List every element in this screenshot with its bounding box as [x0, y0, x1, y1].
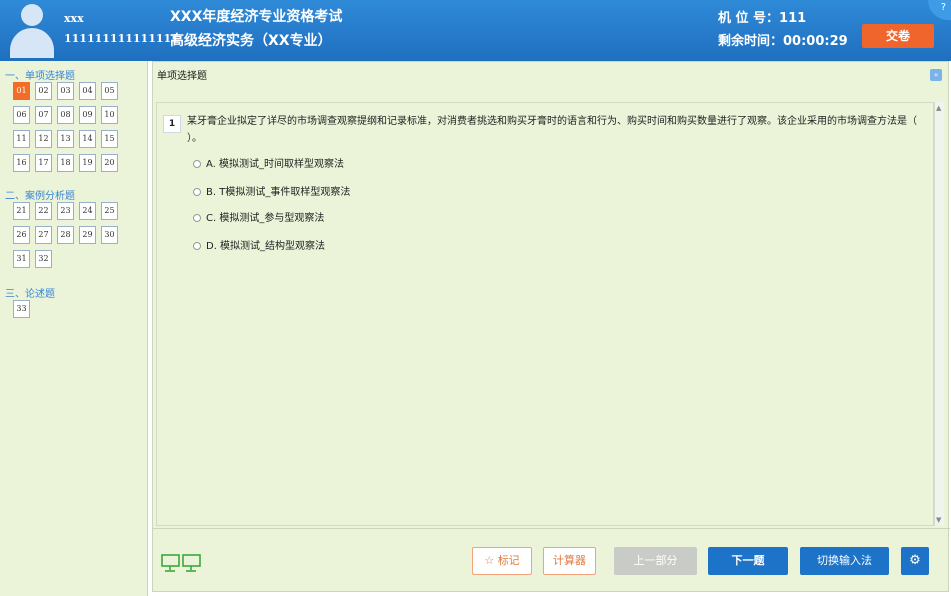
option-label: C. 模拟测试_参与型观察法 — [206, 213, 325, 224]
mark-label: 标记 — [497, 554, 520, 567]
remaining-time: 剩余时间：00:00:29 — [718, 34, 848, 49]
option-a[interactable]: A. 模拟测试_时间取样型观察法 — [193, 155, 344, 170]
question-button-27[interactable]: 27 — [35, 226, 52, 244]
question-button-03[interactable]: 03 — [57, 82, 74, 100]
bottom-toolbar: ☆ 标记 计算器 上一部分 下一题 切换输入法 ⚙ — [153, 528, 950, 592]
option-label: B. T模拟测试_事件取样型观察法 — [206, 187, 351, 198]
dual-screen-icon[interactable] — [161, 553, 203, 573]
vertical-scrollbar[interactable]: ▲ ▼ — [934, 102, 944, 526]
scroll-down-icon[interactable]: ▼ — [936, 516, 941, 524]
question-area: 1 某牙膏企业拟定了详尽的市场调查观察提纲和记录标准，对消费者挑选和购买牙膏时的… — [156, 102, 934, 526]
calculator-button[interactable]: 计算器 — [543, 547, 596, 575]
prev-section-button[interactable]: 上一部分 — [614, 547, 697, 575]
scroll-up-icon[interactable]: ▲ — [936, 104, 941, 112]
collapse-icon[interactable]: « — [930, 69, 942, 81]
user-id: 111111111111111 — [64, 32, 179, 45]
question-button-13[interactable]: 13 — [57, 130, 74, 148]
avatar-body-icon — [10, 28, 54, 58]
question-button-30[interactable]: 30 — [101, 226, 118, 244]
mark-button[interactable]: ☆ 标记 — [472, 547, 532, 575]
question-button-07[interactable]: 07 — [35, 106, 52, 124]
question-button-19[interactable]: 19 — [79, 154, 96, 172]
question-button-05[interactable]: 05 — [101, 82, 118, 100]
radio-icon[interactable] — [193, 214, 201, 222]
option-d[interactable]: D. 模拟测试_结构型观察法 — [193, 237, 325, 252]
machine-number: 机 位 号：111 — [718, 11, 807, 26]
switch-ime-button[interactable]: 切换输入法 — [800, 547, 889, 575]
question-button-32[interactable]: 32 — [35, 250, 52, 268]
question-button-26[interactable]: 26 — [13, 226, 30, 244]
question-panel: 单项选择题 « 1 某牙膏企业拟定了详尽的市场调查观察提纲和记录标准，对消费者挑… — [152, 61, 950, 592]
question-text: 某牙膏企业拟定了详尽的市场调查观察提纲和记录标准，对消费者挑选和购买牙膏时的语言… — [187, 116, 917, 144]
question-button-11[interactable]: 11 — [13, 130, 30, 148]
question-button-31[interactable]: 31 — [13, 250, 30, 268]
question-button-17[interactable]: 17 — [35, 154, 52, 172]
section-title-single-choice: 一、单项选择题 — [5, 71, 75, 82]
question-button-21[interactable]: 21 — [13, 202, 30, 220]
radio-icon[interactable] — [193, 242, 201, 250]
question-button-06[interactable]: 06 — [13, 106, 30, 124]
question-button-33[interactable]: 33 — [13, 300, 30, 318]
user-name: xxx — [64, 12, 84, 25]
exam-subtitle: 高级经济实务（XX专业） — [170, 33, 332, 49]
question-button-23[interactable]: 23 — [57, 202, 74, 220]
question-navigator: 一、单项选择题 二、案例分析题 三、论述题 01 02 03 04 05 06 07 08 09… — [0, 61, 148, 596]
question-button-15[interactable]: 15 — [101, 130, 118, 148]
section-title-case-analysis: 二、案例分析题 — [5, 191, 75, 202]
question-button-14[interactable]: 14 — [79, 130, 96, 148]
avatar — [10, 4, 54, 58]
question-button-28[interactable]: 28 — [57, 226, 74, 244]
option-label: D. 模拟测试_结构型观察法 — [206, 241, 326, 252]
exam-header: xxx 111111111111111 XXX年度经济专业资格考试 高级经济实务… — [0, 0, 951, 61]
option-b[interactable]: B. T模拟测试_事件取样型观察法 — [193, 183, 350, 198]
question-button-20[interactable]: 20 — [101, 154, 118, 172]
question-button-04[interactable]: 04 — [79, 82, 96, 100]
star-icon: ☆ — [484, 554, 495, 567]
avatar-head-icon — [21, 4, 43, 26]
next-question-button[interactable]: 下一题 — [708, 547, 788, 575]
help-icon[interactable]: ? — [928, 0, 951, 20]
question-button-12[interactable]: 12 — [35, 130, 52, 148]
exam-title: XXX年度经济专业资格考试 — [170, 9, 343, 25]
question-button-08[interactable]: 08 — [57, 106, 74, 124]
radio-icon[interactable] — [193, 188, 201, 196]
option-c[interactable]: C. 模拟测试_参与型观察法 — [193, 209, 324, 224]
question-button-01[interactable]: 01 — [13, 82, 30, 100]
question-button-29[interactable]: 29 — [79, 226, 96, 244]
section-heading: 单项选择题 — [157, 71, 207, 82]
question-button-18[interactable]: 18 — [57, 154, 74, 172]
radio-icon[interactable] — [193, 160, 201, 168]
question-number: 1 — [163, 115, 181, 133]
question-button-02[interactable]: 02 — [35, 82, 52, 100]
settings-gear-icon[interactable]: ⚙ — [901, 547, 929, 575]
submit-exam-button[interactable]: 交卷 — [862, 24, 934, 48]
question-button-25[interactable]: 25 — [101, 202, 118, 220]
question-button-16[interactable]: 16 — [13, 154, 30, 172]
option-label: A. 模拟测试_时间取样型观察法 — [206, 159, 345, 170]
question-button-09[interactable]: 09 — [79, 106, 96, 124]
question-button-10[interactable]: 10 — [101, 106, 118, 124]
question-button-24[interactable]: 24 — [79, 202, 96, 220]
question-button-22[interactable]: 22 — [35, 202, 52, 220]
section-title-essay: 三、论述题 — [5, 289, 55, 300]
